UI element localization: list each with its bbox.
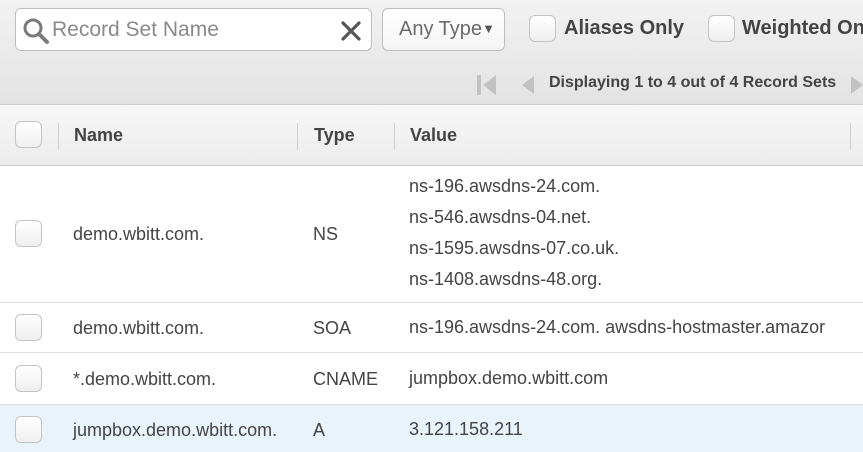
aliases-only-checkbox[interactable] [529, 15, 556, 42]
pagination-status: Displaying 1 to 4 out of 4 Record Sets [549, 74, 837, 91]
column-divider [394, 123, 395, 150]
clear-search-icon[interactable] [340, 20, 362, 47]
record-value: ns-196.awsdns-24.com. awsdns-hostmaster.… [409, 317, 826, 337]
record-type: CNAME [313, 369, 379, 389]
column-header-name[interactable]: Name [74, 125, 123, 146]
record-name: jumpbox.demo.wbitt.com. [73, 420, 278, 440]
chevron-down-icon: ▼ [482, 21, 495, 36]
record-value: jumpbox.demo.wbitt.com [409, 368, 609, 388]
record-value-line: ns-1595.awsdns-07.co.uk. [409, 238, 620, 258]
weighted-only-label[interactable]: Weighted On [742, 17, 863, 40]
table-row[interactable]: *.demo.wbitt.com. CNAME jumpbox.demo.wbi… [0, 353, 863, 405]
record-type: NS [313, 224, 339, 244]
search-input[interactable] [52, 15, 337, 45]
row-checkbox[interactable] [15, 365, 42, 392]
record-name: demo.wbitt.com. [73, 224, 205, 244]
record-type: A [313, 420, 326, 440]
table-row[interactable]: demo.wbitt.com. NS ns-196.awsdns-24.com.… [0, 166, 863, 303]
row-checkbox[interactable] [15, 220, 42, 247]
table-row[interactable]: jumpbox.demo.wbitt.com. A 3.121.158.211 [0, 405, 863, 452]
record-value: 3.121.158.211 [409, 419, 523, 439]
record-value-line: ns-1408.awsdns-48.org. [409, 269, 603, 289]
record-type: SOA [313, 318, 352, 338]
search-box[interactable] [15, 8, 372, 51]
record-value: ns-196.awsdns-24.com. ns-546.awsdns-04.n… [409, 171, 619, 295]
filter-toolbar: Any Type ▼ Aliases Only Weighted On Disp… [0, 0, 863, 105]
weighted-only-checkbox[interactable] [708, 15, 735, 42]
record-value-line: ns-196.awsdns-24.com. [409, 176, 601, 196]
column-divider [58, 123, 59, 150]
first-page-icon[interactable] [474, 72, 500, 103]
aliases-only-label[interactable]: Aliases Only [564, 17, 684, 40]
search-icon [22, 17, 50, 50]
next-page-icon[interactable] [848, 74, 863, 101]
record-value-line: ns-546.awsdns-04.net. [409, 207, 592, 227]
table-row[interactable]: demo.wbitt.com. SOA ns-196.awsdns-24.com… [0, 303, 863, 353]
record-name: demo.wbitt.com. [73, 318, 205, 338]
column-header-type[interactable]: Type [314, 125, 355, 146]
row-checkbox[interactable] [15, 314, 42, 341]
table-header: Name Type Value [0, 105, 863, 166]
select-all-checkbox[interactable] [15, 121, 42, 148]
record-name: *.demo.wbitt.com. [73, 369, 217, 389]
row-checkbox[interactable] [15, 416, 42, 443]
previous-page-icon[interactable] [519, 74, 537, 101]
column-divider [297, 123, 298, 150]
record-type-select[interactable]: Any Type ▼ [382, 8, 505, 51]
record-type-select-value: Any Type [399, 18, 483, 40]
column-header-value[interactable]: Value [410, 125, 457, 146]
column-divider [850, 123, 851, 150]
